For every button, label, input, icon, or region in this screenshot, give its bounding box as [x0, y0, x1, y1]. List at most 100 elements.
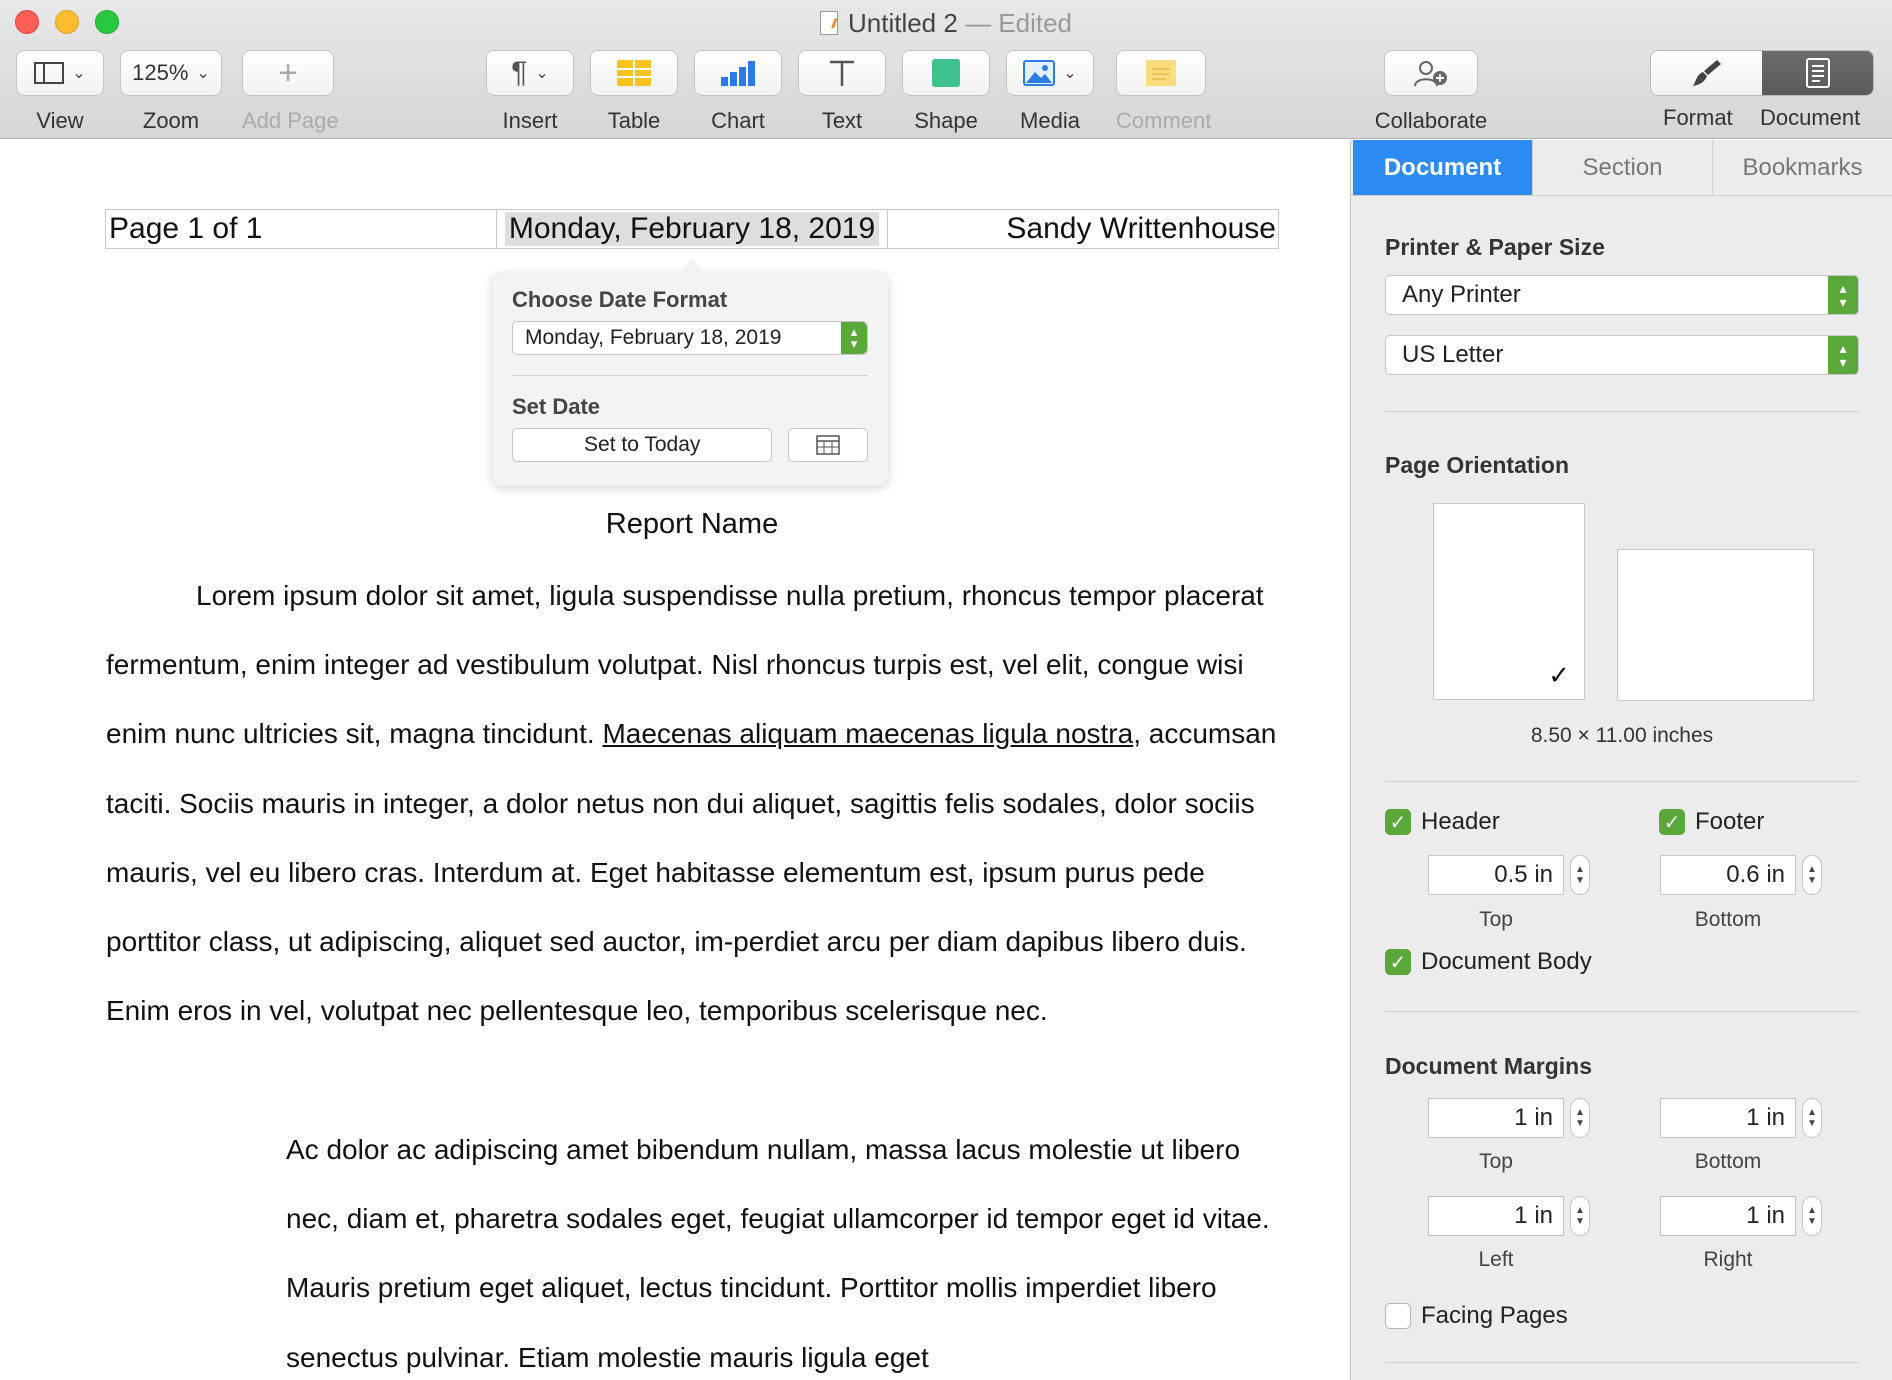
document-body-checkbox[interactable]: ✓ Document Body [1385, 948, 1592, 976]
date-format-select[interactable]: Monday, February 18, 2019 ▴ ▾ [512, 321, 868, 355]
margin-top-input[interactable]: 1 in [1428, 1098, 1564, 1138]
body-paragraph-2[interactable]: Ac dolor ac adipiscing amet bibendum nul… [286, 1115, 1281, 1380]
margin-right-field[interactable]: 1 in ▲ ▼ [1660, 1196, 1822, 1236]
stepper-arrows-icon[interactable]: ▲ ▼ [1802, 1098, 1822, 1138]
document-canvas[interactable]: Page 1 of 1 Monday, February 18, 2019 Sa… [0, 140, 1350, 1380]
set-date-title: Set Date [512, 394, 601, 419]
comment-button[interactable] [1116, 50, 1206, 96]
chevron-down-icon: ⌄ [1063, 65, 1077, 82]
chart-tool[interactable]: Chart [694, 50, 782, 134]
margin-bottom-field[interactable]: 1 in ▲ ▼ [1660, 1098, 1822, 1138]
stepper-arrows-icon[interactable]: ▲ ▼ [1802, 1196, 1822, 1236]
document-icon [1805, 58, 1830, 88]
zoom-value: 125% [132, 60, 189, 85]
header-margin-input[interactable]: 0.5 in [1428, 855, 1564, 895]
zoom-tool[interactable]: 125% ⌄ Zoom [120, 50, 222, 134]
paper-size-select[interactable]: US Letter ▴ ▾ [1385, 335, 1859, 375]
document-label: Document [1760, 105, 1861, 130]
comment-tool[interactable]: Comment [1116, 50, 1212, 134]
sidebar-layout-icon [34, 62, 65, 84]
add-page-label: Add Page [242, 108, 339, 133]
table-button[interactable] [590, 50, 678, 96]
up-down-arrows-icon: ▴ ▾ [1828, 336, 1858, 374]
header-center-cell[interactable]: Monday, February 18, 2019 [497, 210, 888, 248]
report-name-heading[interactable]: Report Name [0, 508, 1384, 541]
margin-left-label: Left [1478, 1248, 1514, 1271]
margin-top-field[interactable]: 1 in ▲ ▼ [1428, 1098, 1590, 1138]
tab-bookmarks[interactable]: Bookmarks [1713, 140, 1892, 195]
calendar-button[interactable] [788, 428, 868, 462]
window-toolbar: Untitled 2 — Edited ⌄ View 125% ⌄ Zoom +… [0, 0, 1892, 139]
paper-size-value: US Letter [1402, 341, 1504, 368]
media-tool[interactable]: ⌄ Media [1006, 50, 1094, 134]
set-to-today-button[interactable]: Set to Today [512, 428, 773, 462]
date-format-popover: Choose Date Format Monday, February 18, … [492, 259, 888, 486]
bar-chart-icon [721, 61, 755, 86]
header-margin-field[interactable]: 0.5 in ▲ ▼ [1428, 855, 1590, 895]
header-right-cell[interactable]: Sandy Writtenhouse [888, 210, 1278, 248]
footer-margin-input[interactable]: 0.6 in [1660, 855, 1796, 895]
add-person-icon [1414, 61, 1447, 87]
margin-left-field[interactable]: 1 in ▲ ▼ [1428, 1196, 1590, 1236]
stepper-arrows-icon[interactable]: ▲ ▼ [1802, 855, 1822, 895]
page-orientation-title: Page Orientation [1385, 452, 1570, 478]
zoom-popup[interactable]: 125% ⌄ [120, 50, 222, 96]
insert-label: Insert [502, 108, 558, 133]
portrait-orientation-option[interactable]: ✓ [1433, 503, 1585, 700]
header-checkbox[interactable]: ✓ Header [1385, 808, 1500, 836]
document-inspector-button[interactable] [1762, 51, 1873, 95]
text-label: Text [821, 108, 863, 133]
table-icon [617, 60, 651, 86]
sticky-note-icon [1146, 60, 1176, 86]
up-down-arrows-icon: ▴ ▾ [841, 322, 867, 354]
window-title: Untitled 2 — Edited [0, 8, 1892, 39]
insert-button[interactable]: ¶ ⌄ [486, 50, 574, 96]
add-page-button[interactable]: + [242, 50, 334, 96]
pilcrow-icon: ¶ [511, 56, 528, 89]
collaborate-button[interactable] [1384, 50, 1478, 96]
paintbrush-icon [1692, 60, 1721, 86]
document-margins-title: Document Margins [1385, 1053, 1593, 1079]
zoom-label: Zoom [142, 108, 200, 133]
media-button[interactable]: ⌄ [1006, 50, 1094, 96]
page-dimensions: 8.50 × 11.00 inches [1530, 724, 1714, 747]
format-label: Format [1663, 105, 1733, 130]
comment-label: Comment [1116, 108, 1212, 133]
add-page-tool[interactable]: + Add Page [242, 50, 339, 134]
inspector-toggle[interactable] [1650, 50, 1874, 96]
page-header[interactable]: Page 1 of 1 Monday, February 18, 2019 Sa… [105, 209, 1279, 249]
margin-left-input[interactable]: 1 in [1428, 1196, 1564, 1236]
collaborate-tool[interactable]: Collaborate [1375, 50, 1487, 134]
printer-select[interactable]: Any Printer ▴ ▾ [1385, 275, 1859, 315]
popover-divider [512, 375, 868, 376]
shape-button[interactable] [902, 50, 990, 96]
stepper-arrows-icon[interactable]: ▲ ▼ [1570, 1098, 1590, 1138]
text-tool[interactable]: Text [798, 50, 886, 134]
chart-button[interactable] [694, 50, 782, 96]
view-tool[interactable]: ⌄ View [16, 50, 104, 134]
stepper-arrows-icon[interactable]: ▲ ▼ [1570, 1196, 1590, 1236]
tab-document[interactable]: Document [1353, 140, 1533, 195]
landscape-orientation-option[interactable] [1617, 549, 1814, 701]
insert-tool[interactable]: ¶ ⌄ Insert [486, 50, 574, 134]
footer-checkbox[interactable]: ✓ Footer [1659, 808, 1764, 836]
header-left-cell[interactable]: Page 1 of 1 [106, 210, 497, 248]
date-format-value: Monday, February 18, 2019 [525, 326, 782, 349]
stepper-arrows-icon[interactable]: ▲ ▼ [1570, 855, 1590, 895]
shape-tool[interactable]: Shape [902, 50, 990, 134]
margin-right-input[interactable]: 1 in [1660, 1196, 1796, 1236]
text-button[interactable] [798, 50, 886, 96]
date-field[interactable]: Monday, February 18, 2019 [504, 212, 880, 246]
printer-value: Any Printer [1402, 281, 1521, 308]
document-link[interactable]: Maecenas aliquam maecenas ligula nostra [602, 718, 1133, 749]
edited-indicator: — Edited [965, 8, 1073, 38]
facing-pages-checkbox[interactable]: Facing Pages [1385, 1302, 1568, 1330]
tab-section[interactable]: Section [1533, 140, 1713, 195]
checkmark-icon: ✓ [1385, 809, 1411, 835]
view-button[interactable]: ⌄ [16, 50, 104, 96]
footer-margin-field[interactable]: 0.6 in ▲ ▼ [1660, 855, 1822, 895]
format-button[interactable] [1651, 51, 1762, 95]
body-paragraph-1[interactable]: Lorem ipsum dolor sit amet, ligula suspe… [106, 561, 1282, 1045]
margin-bottom-input[interactable]: 1 in [1660, 1098, 1796, 1138]
table-tool[interactable]: Table [590, 50, 678, 134]
